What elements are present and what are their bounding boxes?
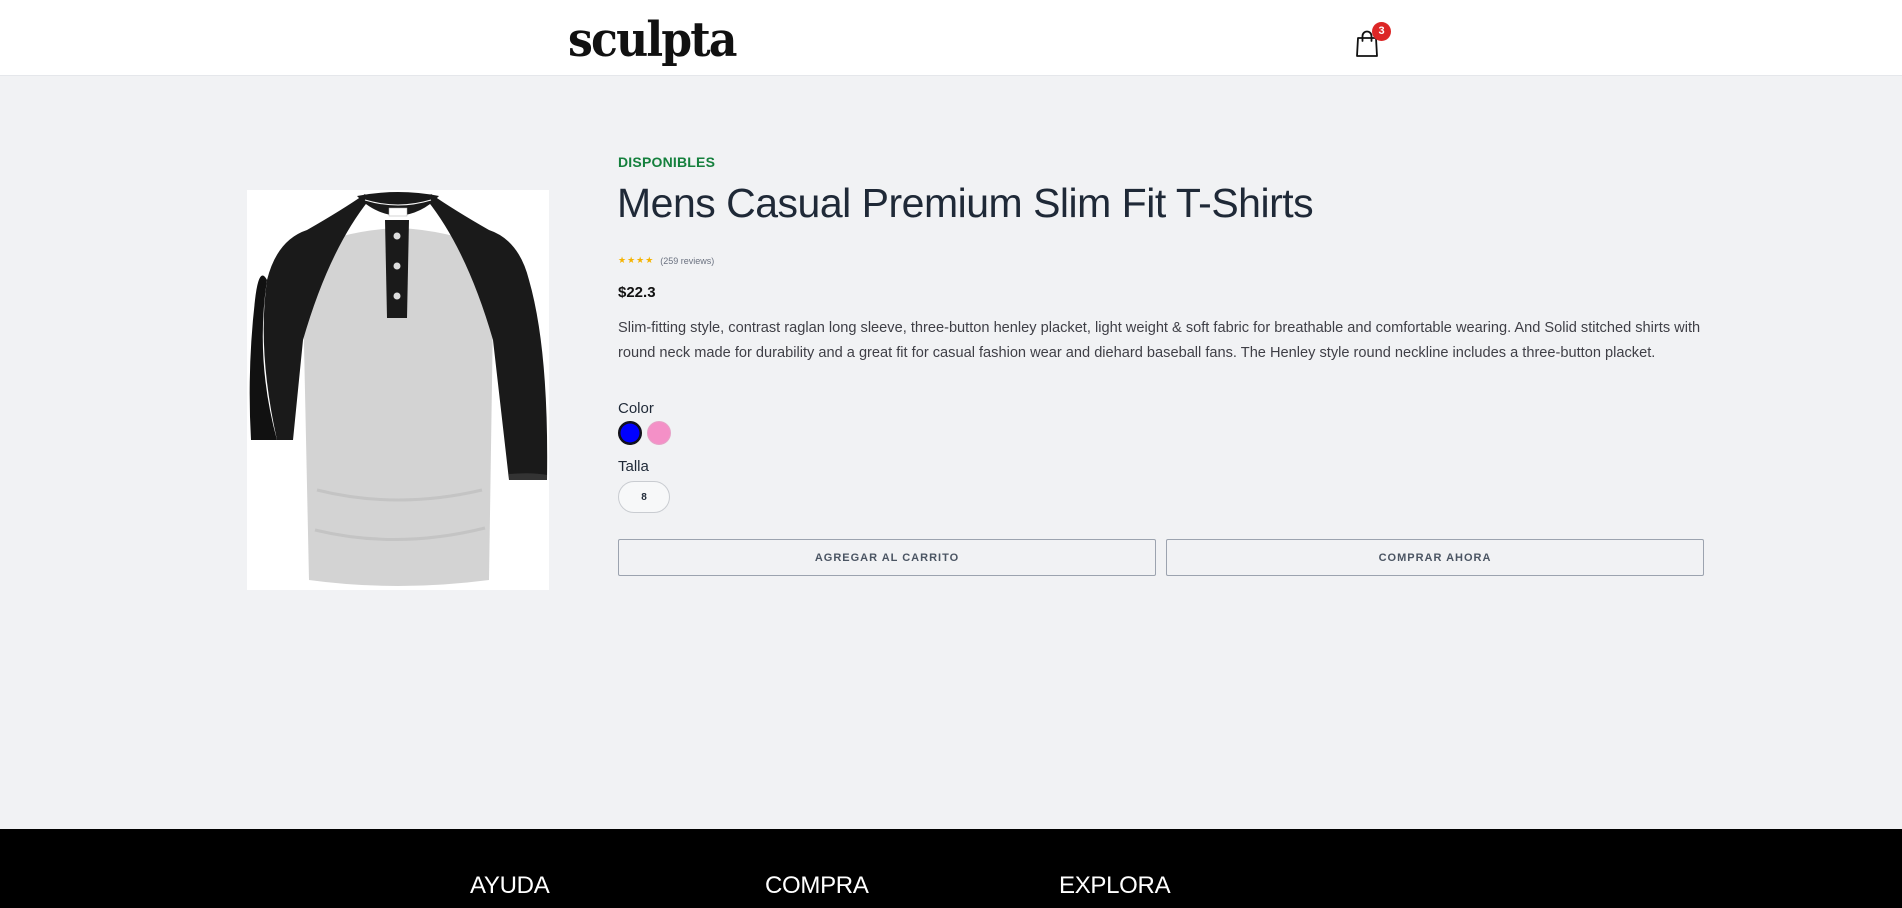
color-label: Color: [618, 400, 654, 417]
availability-status: DISPONIBLES: [618, 154, 716, 170]
size-label: Talla: [618, 458, 649, 475]
tshirt-image: [249, 192, 548, 586]
product-description: Slim-fitting style, contrast raglan long…: [618, 320, 1701, 361]
buy-now-button[interactable]: COMPRAR AHORA: [1166, 539, 1704, 576]
product-title: Mens Casual Premium Slim Fit T-Shirts: [617, 180, 1314, 226]
color-swatch-pink[interactable]: [647, 421, 671, 445]
size-option-button[interactable]: 8: [618, 481, 670, 513]
product-image: [247, 190, 549, 590]
site-header: sculpta 3: [0, 0, 1902, 76]
color-swatch-blue[interactable]: [618, 421, 642, 445]
site-logo[interactable]: sculpta: [568, 12, 737, 68]
product-rating: ★★★★ (259 reviews): [618, 255, 714, 266]
star-rating-icon: ★★★★: [618, 255, 655, 265]
cart-count-badge: 3: [1372, 22, 1391, 41]
footer-heading-explore: EXPLORA: [1059, 872, 1171, 899]
review-count[interactable]: (259 reviews): [660, 256, 714, 266]
footer-heading-help: AYUDA: [470, 872, 550, 899]
site-footer: [0, 829, 1902, 908]
product-price: $22.3: [618, 284, 656, 301]
add-to-cart-button[interactable]: AGREGAR AL CARRITO: [618, 539, 1156, 576]
footer-heading-shop: COMPRA: [765, 872, 869, 899]
